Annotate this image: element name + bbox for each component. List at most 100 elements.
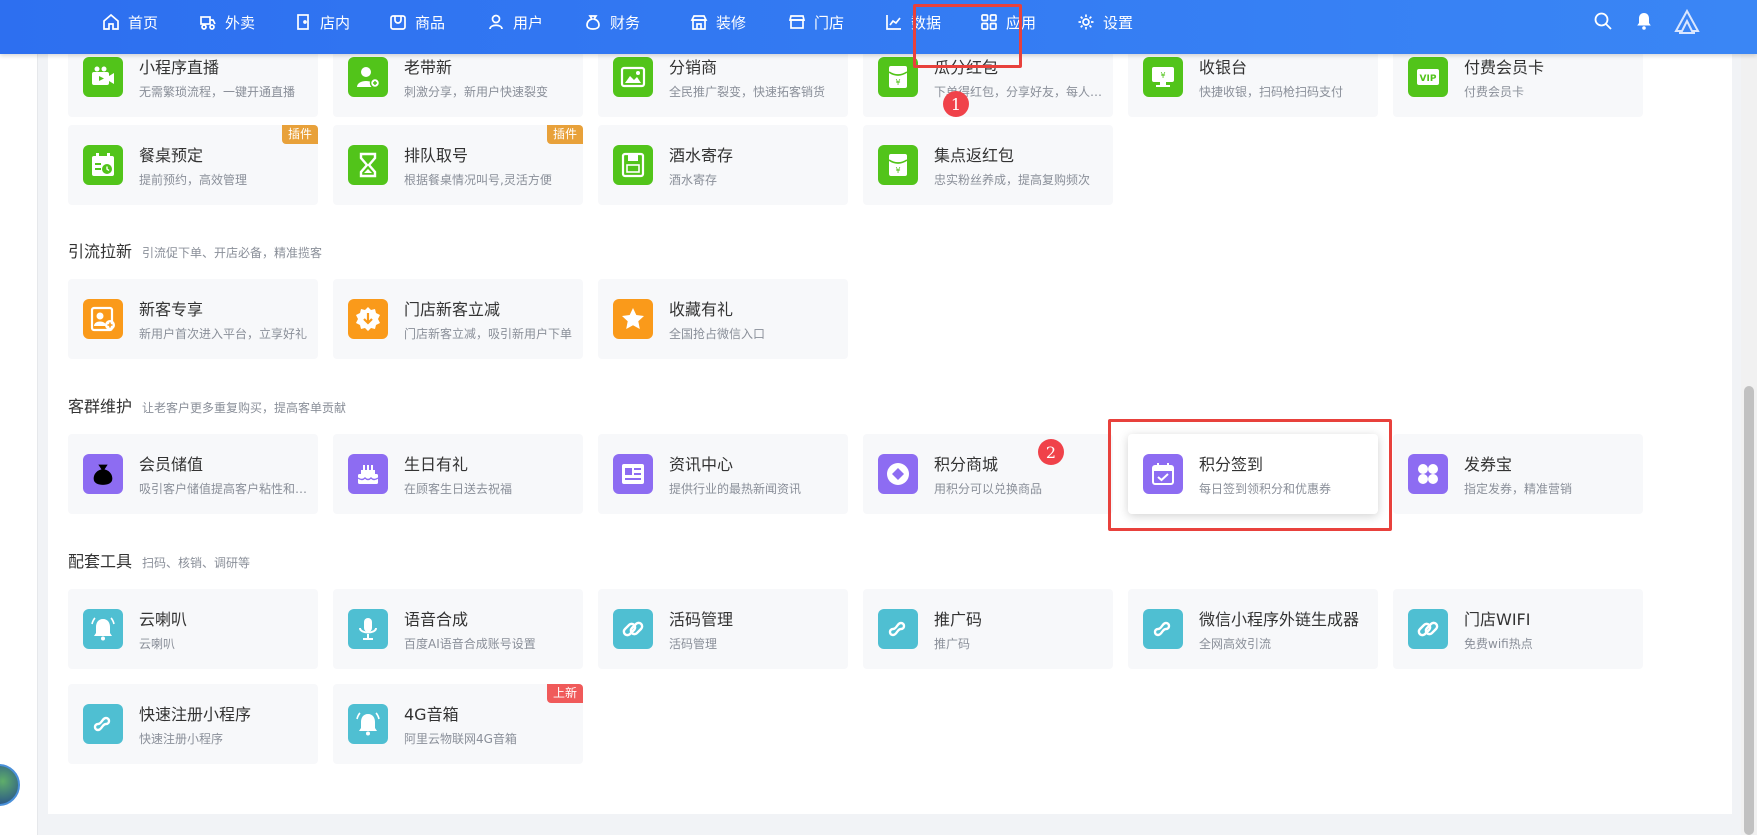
news-icon [613, 454, 653, 494]
nav-item-0[interactable]: 首页 [102, 0, 158, 44]
app-card-desc: 无需繁琐流程，一键开通直播 [139, 85, 296, 99]
app-card[interactable]: 积分商城 用积分可以兑换商品 [863, 434, 1113, 514]
app-card-title: 分销商 [669, 58, 718, 77]
app-card-title: 门店新客立减 [404, 300, 501, 319]
bell-icon [83, 609, 123, 649]
nav-item-4[interactable]: 用户 [487, 0, 543, 44]
invite-user-icon [348, 57, 388, 97]
red-envelope-icon: ¥ [878, 57, 918, 97]
app-card-title: 排队取号 [404, 146, 469, 165]
app-card[interactable]: 酒水寄存 酒水寄存 [598, 125, 848, 205]
goods-icon [389, 13, 407, 31]
section-subtitle: 让老客户更多重复购买，提高客单贡献 [142, 401, 347, 415]
app-card[interactable]: 新客专享 新用户首次进入平台，立享好礼 [68, 279, 318, 359]
app-card[interactable]: 快速注册小程序 快速注册小程序 [68, 684, 318, 764]
notification-bell-icon[interactable] [1634, 11, 1654, 31]
app-card[interactable]: 语音合成 百度AI语音合成账号设置 [333, 589, 583, 669]
app-card-title: 收银台 [1199, 58, 1248, 77]
discount-badge-icon [348, 299, 388, 339]
nav-item-5[interactable]: 财务 [584, 0, 640, 44]
bell-icon [348, 704, 388, 744]
app-card[interactable]: 会员储值吸引客户储值提高客户粘性和消费频次 [68, 434, 318, 514]
shop-decoration-icon [690, 13, 708, 31]
calendar-check-icon [1143, 454, 1183, 494]
app-card[interactable]: 餐桌预定提前预约，高效管理 插件 [68, 125, 318, 205]
step-badge-2: 2 [1038, 439, 1064, 465]
mini-program-icon [1143, 609, 1183, 649]
nav-item-7[interactable]: 门店 [788, 0, 844, 44]
app-card-title: 活码管理 [669, 610, 734, 629]
app-card-desc: 忠实粉丝养成，提高复购频次 [934, 173, 1091, 187]
home-icon [102, 13, 120, 31]
left-sidebar-strip [0, 0, 38, 835]
new-user-icon [83, 299, 123, 339]
section-subtitle: 引流促下单、开店必备，精准揽客 [142, 246, 323, 260]
app-card-desc: 根据餐桌情况叫号,灵活方便 [404, 173, 552, 187]
nav-item-9[interactable]: 应用 [980, 0, 1036, 44]
section-title-3: 配套工具 扫码、核销、调研等 [68, 548, 250, 572]
app-card[interactable]: 收藏有礼 全国抢占微信入口 [598, 279, 848, 359]
app-card[interactable]: 推广码 推广码 [863, 589, 1113, 669]
app-card[interactable]: 4G音箱 阿里云物联网4G音箱 上新 [333, 684, 583, 764]
section-title-1: 引流拉新 引流促下单、开店必备，精准揽客 [68, 238, 322, 262]
nav-item-6[interactable]: 装修 [690, 0, 746, 44]
app-card-desc: 免费wifi热点 [1464, 637, 1533, 651]
nav-item-1[interactable]: 外卖 [199, 0, 255, 44]
calendar-clock-icon [83, 145, 123, 185]
app-card-title: 瓜分红包 [934, 58, 999, 77]
app-card-desc: 在顾客生日送去祝福 [404, 482, 513, 496]
app-card[interactable]: 门店新客立减 门店新客立减，吸引新用户下单 [333, 279, 583, 359]
app-card-desc: 提供行业的最热新闻资讯 [669, 482, 802, 496]
app-card-desc: 刺激分享，新用户快速裂变 [404, 85, 549, 99]
app-card[interactable]: 门店WIFI 免费wifi热点 [1393, 589, 1643, 669]
hourglass-icon [348, 145, 388, 185]
search-icon[interactable] [1593, 11, 1613, 31]
nav-item-3[interactable]: 商品 [389, 0, 445, 44]
storage-icon [613, 145, 653, 185]
app-card-title: 会员储值 [139, 455, 204, 474]
user-icon [487, 13, 505, 31]
app-card[interactable]: 云喇叭 云喇叭 [68, 589, 318, 669]
app-card-desc: 提前预约，高效管理 [139, 173, 248, 187]
app-card[interactable]: 排队取号 根据餐桌情况叫号,灵活方便 插件 [333, 125, 583, 205]
app-card[interactable]: 积分签到 每日签到领积分和优惠券 [1128, 434, 1378, 514]
app-card-title: 餐桌预定 [139, 146, 204, 165]
storefront-icon [788, 13, 806, 31]
apps-panel: 小程序直播 无需繁琐流程，一键开通直播 老带新 刺激分享，新用户快速裂变 分销商 全民推广… [48, 37, 1732, 814]
app-card-title: 发券宝 [1464, 455, 1513, 474]
nav-item-8[interactable]: 数据 [885, 0, 941, 44]
user-logo-icon[interactable] [1673, 8, 1701, 36]
apps-grid-icon [980, 13, 998, 31]
svg-text:¥: ¥ [1160, 71, 1165, 80]
svg-text:VIP: VIP [1420, 74, 1437, 84]
section-title-text: 引流拉新 [68, 242, 133, 261]
scrollbar-thumb[interactable] [1744, 386, 1754, 835]
app-card-tag: 插件 [281, 125, 318, 144]
app-card[interactable]: 资讯中心 提供行业的最热新闻资讯 [598, 434, 848, 514]
nav-item-label: 设置 [1103, 13, 1134, 32]
link-icon [613, 609, 653, 649]
svg-text:¥: ¥ [895, 166, 900, 175]
app-card[interactable]: 微信小程序外链生成器 全网高效引流 [1128, 589, 1378, 669]
step-badge-1: 1 [943, 91, 969, 117]
app-card-desc: 推广码 [934, 637, 971, 651]
nav-item-label: 财务 [610, 13, 641, 32]
app-card[interactable]: 生日有礼 在顾客生日送去祝福 [333, 434, 583, 514]
mini-program-icon [878, 609, 918, 649]
clover-icon [1408, 454, 1448, 494]
nav-item-label: 外卖 [225, 13, 256, 32]
app-card-title: 新客专享 [139, 300, 204, 319]
cashier-icon: ¥ [1143, 57, 1183, 97]
gear-icon [1077, 13, 1095, 31]
nav-item-label: 数据 [911, 13, 942, 32]
app-card-title: 4G音箱 [404, 705, 459, 724]
app-card[interactable]: 发券宝 指定发券，精准营销 [1393, 434, 1643, 514]
section-subtitle: 扫码、核销、调研等 [142, 556, 251, 570]
app-card[interactable]: ¥ 集点返红包 忠实粉丝养成，提高复购频次 [863, 125, 1113, 205]
nav-item-2[interactable]: 店内 [294, 0, 350, 44]
store-in-icon [294, 13, 312, 31]
app-card-desc: 百度AI语音合成账号设置 [404, 637, 536, 651]
app-card-desc: 快速注册小程序 [139, 732, 224, 746]
app-card[interactable]: 活码管理 活码管理 [598, 589, 848, 669]
nav-item-10[interactable]: 设置 [1077, 0, 1133, 44]
